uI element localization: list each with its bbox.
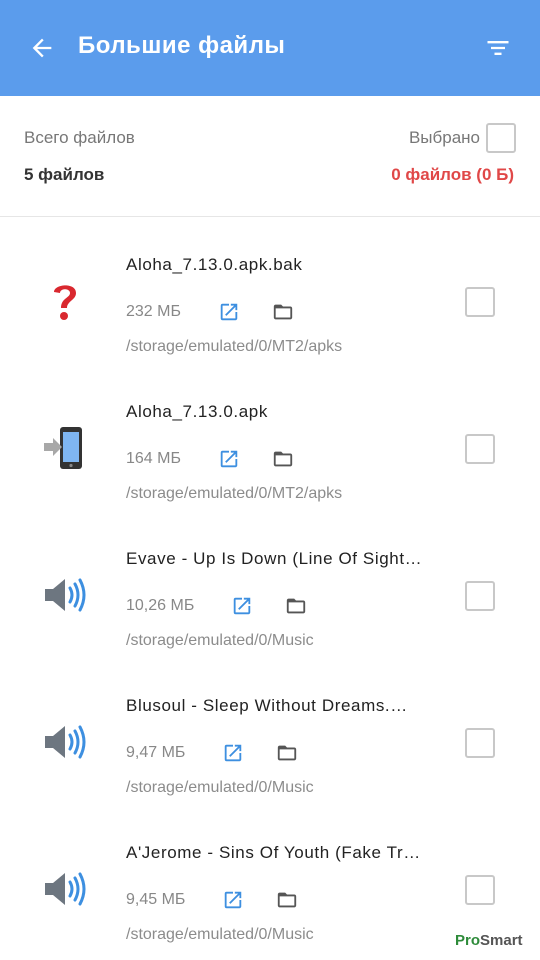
folder-icon[interactable] <box>283 593 309 619</box>
file-checkbox[interactable] <box>465 875 495 905</box>
open-external-icon[interactable] <box>216 446 242 472</box>
file-row[interactable]: Blusoul - Sleep Without Dreams.… 9,47 МБ… <box>0 668 540 815</box>
file-path: /storage/emulated/0/MT2/apks <box>126 485 343 502</box>
file-checkbox[interactable] <box>465 728 495 758</box>
file-path: /storage/emulated/0/MT2/apks <box>126 338 343 355</box>
file-path: /storage/emulated/0/Music <box>126 632 314 649</box>
open-external-icon[interactable] <box>220 887 246 913</box>
filter-icon <box>487 41 509 55</box>
folder-icon[interactable] <box>274 740 300 766</box>
file-row[interactable]: Aloha_7.13.0.apk 164 МБ /storage/emulate… <box>0 374 540 521</box>
file-row[interactable]: Evave - Up Is Down (Line Of Sight… 10,26… <box>0 521 540 668</box>
file-size: 9,47 МБ <box>126 744 186 761</box>
file-size: 10,26 МБ <box>126 597 195 614</box>
app-bar: Большие файлы <box>0 0 540 96</box>
watermark-part1: Pro <box>455 932 481 949</box>
speaker-icon <box>40 570 90 620</box>
arrow-left-icon <box>32 38 52 58</box>
file-name: Aloha_7.13.0.apk.bak <box>126 255 303 274</box>
folder-icon[interactable] <box>274 887 300 913</box>
file-size: 9,45 МБ <box>126 891 186 908</box>
summary-panel: Всего файлов 5 файлов Выбрано 0 файлов (… <box>0 96 540 217</box>
unknown-file-icon <box>40 276 90 326</box>
watermark-logo: ProSmart <box>455 932 523 949</box>
folder-icon[interactable] <box>270 446 296 472</box>
file-size: 164 МБ <box>126 450 181 467</box>
apk-install-icon <box>40 423 90 473</box>
file-name: Evave - Up Is Down (Line Of Sight… <box>126 549 423 568</box>
speaker-icon <box>40 864 90 914</box>
open-external-icon[interactable] <box>216 299 242 325</box>
watermark-part2: Smart <box>480 932 523 949</box>
file-name: Aloha_7.13.0.apk <box>126 402 268 421</box>
file-checkbox[interactable] <box>465 581 495 611</box>
page-title: Большие файлы <box>78 32 286 59</box>
file-name: A'Jerome - Sins Of Youth (Fake Tr… <box>126 843 421 862</box>
file-path: /storage/emulated/0/Music <box>126 779 314 796</box>
file-path: /storage/emulated/0/Music <box>126 926 314 943</box>
file-row[interactable]: Aloha_7.13.0.apk.bak 232 МБ /storage/emu… <box>0 227 540 374</box>
speaker-icon <box>40 717 90 767</box>
open-external-icon[interactable] <box>229 593 255 619</box>
open-external-icon[interactable] <box>220 740 246 766</box>
select-all-checkbox[interactable] <box>486 123 516 153</box>
file-checkbox[interactable] <box>465 287 495 317</box>
total-files-label: Всего файлов <box>24 128 135 147</box>
total-files-value: 5 файлов <box>24 165 105 184</box>
filter-button[interactable] <box>478 28 518 68</box>
folder-icon[interactable] <box>270 299 296 325</box>
file-name: Blusoul - Sleep Without Dreams.… <box>126 696 408 715</box>
file-checkbox[interactable] <box>465 434 495 464</box>
selected-label: Выбрано <box>408 128 480 147</box>
selected-value: 0 файлов (0 Б) <box>391 165 514 184</box>
file-size: 232 МБ <box>126 303 181 320</box>
back-button[interactable] <box>22 28 62 68</box>
